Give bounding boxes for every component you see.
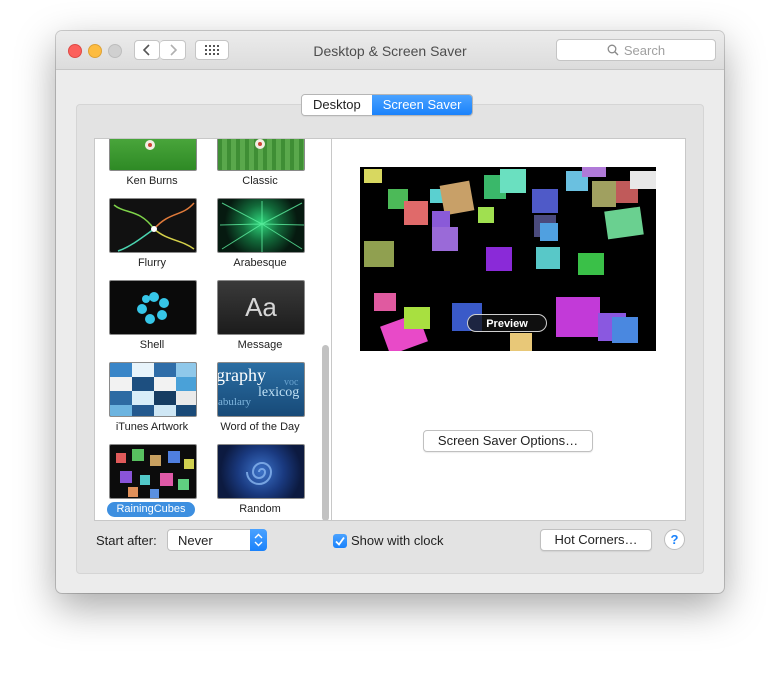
tab-screen-saver[interactable]: Screen Saver <box>371 95 473 115</box>
start-after-label: Start after: <box>96 533 157 548</box>
show-clock-checkbox[interactable] <box>333 534 347 548</box>
screen-saver-list: Ken Burns Classic Flurry Arabesque Shell… <box>94 138 332 521</box>
word-of-the-day-thumbnail[interactable]: graphy lexicog abulary voc <box>217 362 305 417</box>
title-bar: Desktop & Screen Saver Search <box>56 31 724 70</box>
classic-thumbnail[interactable] <box>217 139 305 171</box>
screen-saver-options-button[interactable]: Screen Saver Options… <box>423 430 593 452</box>
message-thumb-text: Aa <box>245 292 277 322</box>
preview-area: Preview <box>360 167 656 351</box>
word-thumb-text-4: voc <box>284 377 299 388</box>
start-after-value: Never <box>178 533 213 548</box>
preferences-window: Desktop & Screen Saver Search Desktop Sc… <box>56 31 724 593</box>
random-thumbnail[interactable] <box>217 444 305 499</box>
screen-saver-detail: Preview Screen Saver Options… <box>332 138 686 521</box>
flurry-thumbnail[interactable] <box>109 198 197 253</box>
tab-bar: Desktop Screen Saver <box>301 94 474 116</box>
word-thumb-text-3: abulary <box>218 396 251 408</box>
help-button[interactable]: ? <box>664 529 685 550</box>
hot-corners-button[interactable]: Hot Corners… <box>540 529 652 551</box>
start-after-popup[interactable]: Never <box>167 529 267 551</box>
screen-saver-label[interactable]: Classic <box>205 175 315 187</box>
screen-saver-label[interactable]: Shell <box>97 339 207 351</box>
preview-button[interactable]: Preview <box>467 314 547 332</box>
screen-saver-label[interactable]: Word of the Day <box>205 421 315 433</box>
shell-thumbnail[interactable] <box>109 280 197 335</box>
screen-saver-label[interactable]: Arabesque <box>205 257 315 269</box>
screen-saver-label-selected[interactable]: RainingCubes <box>96 503 206 515</box>
message-thumbnail[interactable]: Aa <box>217 280 305 335</box>
scrollbar-thumb[interactable] <box>322 345 329 520</box>
screen-saver-label[interactable]: Flurry <box>97 257 207 269</box>
tab-desktop[interactable]: Desktop <box>302 95 372 115</box>
word-thumb-text-1: graphy <box>217 365 266 385</box>
arabesque-thumbnail[interactable] <box>217 198 305 253</box>
show-clock-label[interactable]: Show with clock <box>351 533 443 548</box>
search-field[interactable]: Search <box>556 39 716 61</box>
itunes-artwork-thumbnail[interactable] <box>109 362 197 417</box>
screen-saver-label[interactable]: Message <box>205 339 315 351</box>
raining-cubes-thumbnail[interactable] <box>109 444 197 499</box>
screen-saver-label[interactable]: iTunes Artwork <box>97 421 207 433</box>
search-placeholder: Search <box>623 42 666 58</box>
checkmark-icon <box>335 536 345 546</box>
screen-saver-label[interactable]: Ken Burns <box>97 175 207 187</box>
popup-arrows-icon <box>250 529 267 551</box>
magnifier-icon <box>607 44 619 56</box>
ken-burns-thumbnail[interactable] <box>109 139 197 171</box>
screen-saver-label[interactable]: Random <box>205 503 315 515</box>
